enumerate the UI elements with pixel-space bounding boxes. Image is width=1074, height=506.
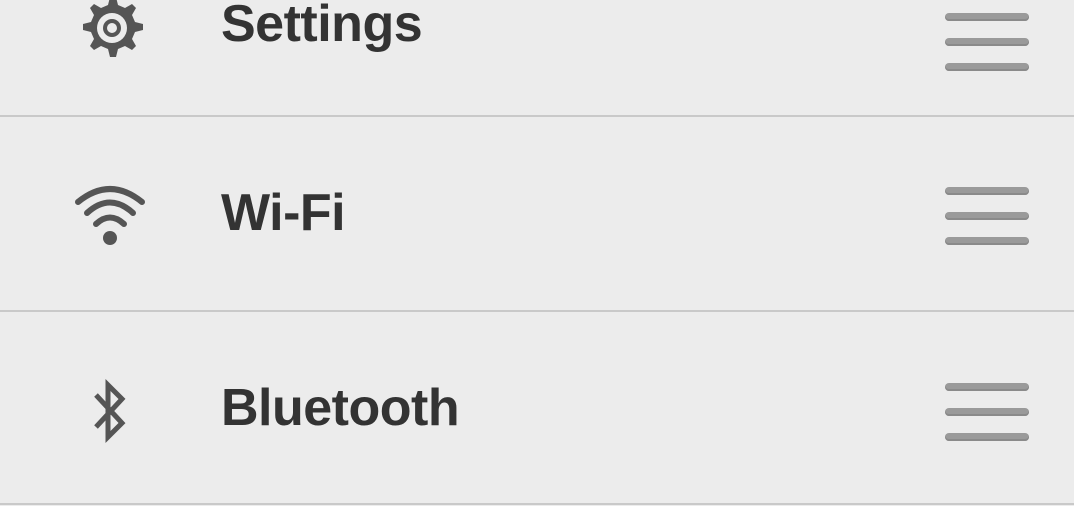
list-item-settings[interactable]: Settings [0, 0, 1074, 117]
handle-bar [945, 408, 1029, 416]
handle-bar [945, 13, 1029, 21]
wifi-icon [70, 174, 150, 254]
handle-bar [945, 383, 1029, 391]
handle-bar [945, 237, 1029, 245]
reorderable-list: Settings Wi-Fi Bluetooth [0, 0, 1074, 506]
handle-bar [945, 212, 1029, 220]
bluetooth-icon [70, 372, 150, 452]
handle-bar [945, 63, 1029, 71]
list-item-label: Settings [221, 0, 423, 53]
list-item-label: Wi-Fi [221, 184, 346, 242]
handle-bar [945, 38, 1029, 46]
list-item-label: Bluetooth [221, 379, 460, 437]
drag-handle-icon[interactable] [945, 179, 1029, 245]
list-item-wifi[interactable]: Wi-Fi [0, 117, 1074, 312]
gear-icon [70, 0, 150, 67]
handle-bar [945, 433, 1029, 441]
drag-handle-icon[interactable] [945, 375, 1029, 441]
drag-handle-icon[interactable] [945, 5, 1029, 71]
list-item-bluetooth[interactable]: Bluetooth [0, 312, 1074, 505]
handle-bar [945, 187, 1029, 195]
